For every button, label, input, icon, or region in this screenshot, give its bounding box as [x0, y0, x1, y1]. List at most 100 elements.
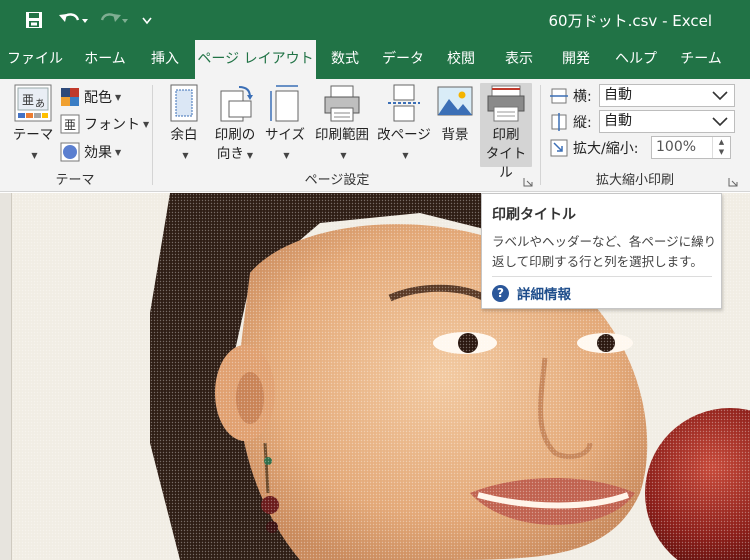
scale-input[interactable]: 100% ▲ ▼ [651, 136, 731, 159]
print-area-label: 印刷範囲 [315, 127, 369, 143]
margins-icon [170, 84, 198, 122]
height-label: 縦: [573, 115, 592, 131]
width-label-row: 横: [549, 84, 592, 108]
themes-label: テーマ [12, 127, 54, 143]
dialog-launcher-icon[interactable] [728, 177, 738, 187]
chevron-down-icon [712, 91, 728, 101]
tooltip-help-label: 詳細情報 [517, 287, 571, 303]
group-label-themes: テーマ [55, 173, 95, 188]
scale-icon [550, 139, 568, 157]
chevron-down-icon: ▼ [115, 147, 122, 157]
tab-review[interactable]: 校閲 [436, 40, 486, 79]
effects-label: 効果 [84, 145, 112, 161]
background-image-icon [437, 86, 473, 116]
tab-home[interactable]: ホーム [73, 40, 137, 79]
print-titles-button[interactable]: 印刷 タイトル [480, 83, 532, 181]
chevron-down-icon: ▼ [31, 151, 38, 160]
redo-icon [100, 13, 128, 23]
svg-text:亜: 亜 [64, 118, 76, 132]
orientation-label-1: 印刷の [214, 127, 256, 143]
customize-qat-button[interactable] [138, 8, 156, 32]
color-palette-icon [61, 88, 79, 106]
breaks-label: 改ページ [377, 127, 431, 143]
fonts-button[interactable]: 亜 フォント ▼ [60, 112, 149, 136]
tab-data[interactable]: データ [375, 40, 431, 79]
width-label: 横: [573, 89, 592, 105]
tab-file[interactable]: ファイル [0, 40, 70, 79]
redo-button[interactable] [96, 8, 130, 32]
width-dropdown[interactable]: 自動 [599, 84, 735, 107]
tab-insert[interactable]: 挿入 [140, 40, 190, 79]
tooltip-help-link[interactable]: ? 詳細情報 [492, 282, 571, 304]
scale-spinner[interactable]: ▲ ▼ [712, 137, 730, 158]
chevron-down-icon [712, 117, 728, 127]
size-button[interactable]: サイズ ▼ [263, 83, 307, 165]
print-area-button[interactable]: 印刷範囲 ▼ [310, 83, 374, 165]
chevron-down-icon [142, 17, 152, 25]
colors-label: 配色 [84, 90, 112, 106]
background-button[interactable]: 背景 [435, 83, 475, 145]
height-dropdown[interactable]: 自動 [599, 110, 735, 133]
height-value: 自動 [604, 113, 632, 129]
theme-icon: 亜 あ [14, 84, 52, 122]
orientation-label-2: 向き [216, 146, 244, 162]
tab-team[interactable]: チーム [672, 40, 730, 79]
scale-label: 拡大/縮小: [573, 141, 639, 157]
chevron-down-icon: ▼ [283, 151, 290, 160]
print-titles-icon [487, 85, 525, 122]
height-label-row: 縦: [549, 110, 592, 134]
tooltip-description: ラベルやヘッダーなど、各ページに繰り返して印刷する行と列を選択します。 [492, 234, 717, 269]
breaks-button[interactable]: 改ページ ▼ [376, 83, 432, 165]
fonts-label: フォント [84, 117, 140, 133]
ribbon-tabs: ファイル ホーム 挿入 ページ レイアウト 数式 データ 校閲 表示 開発 ヘル… [0, 40, 750, 79]
chevron-down-icon: ▼ [115, 92, 122, 102]
orientation-icon [220, 86, 253, 122]
themes-button[interactable]: 亜 あ テーマ ▼ [8, 83, 58, 165]
group-separator [152, 85, 153, 185]
title-bar: 60万ドット.csv - Excel [0, 0, 750, 40]
page-break-icon [388, 84, 420, 122]
chevron-down-icon: ▼ [340, 151, 347, 160]
undo-icon [59, 13, 88, 23]
chevron-down-icon: ▼ [143, 119, 150, 129]
margins-label: 余白 [170, 127, 198, 143]
print-area-icon [324, 85, 360, 122]
print-titles-label-2: タイトル [485, 146, 527, 181]
colors-button[interactable]: 配色 ▼ [60, 85, 121, 109]
save-icon [26, 12, 42, 28]
undo-button[interactable] [56, 8, 90, 32]
chevron-down-icon: ▼ [246, 151, 254, 160]
group-separator [540, 85, 541, 185]
margins-button[interactable]: 余白 ▼ [162, 83, 206, 165]
page-size-icon [270, 85, 299, 122]
effects-button[interactable]: 効果 ▼ [60, 140, 121, 164]
background-label: 背景 [441, 127, 469, 143]
size-label: サイズ [264, 127, 306, 143]
tooltip-title: 印刷タイトル [492, 207, 576, 223]
width-value: 自動 [604, 87, 632, 103]
tab-help[interactable]: ヘルプ [606, 40, 666, 79]
sheet-left-edge [0, 193, 12, 560]
chevron-down-icon: ▼ [402, 151, 409, 160]
scale-label-row: 拡大/縮小: [549, 136, 638, 160]
save-button[interactable] [22, 8, 46, 32]
group-label-page-setup: ページ設定 [304, 173, 370, 188]
effects-icon [60, 142, 80, 162]
svg-text:亜: 亜 [22, 93, 34, 107]
chevron-down-icon: ▼ [182, 151, 189, 160]
tooltip-divider [492, 276, 712, 277]
tab-page-layout[interactable]: ページ レイアウト [195, 40, 316, 79]
orientation-button[interactable]: 印刷の 向き ▼ [210, 83, 260, 165]
ribbon: 亜 あ テーマ ▼ 配色 ▼ 亜 フォント ▼ 効果 ▼ テーマ 余白 ▼ 印刷… [0, 79, 750, 192]
tab-view[interactable]: 表示 [494, 40, 544, 79]
tab-developer[interactable]: 開発 [551, 40, 601, 79]
group-label-scale-to-fit: 拡大縮小印刷 [595, 173, 674, 188]
print-titles-tooltip: 印刷タイトル ラベルやヘッダーなど、各ページに繰り返して印刷する行と列を選択しま… [481, 193, 722, 309]
dialog-launcher-icon[interactable] [523, 177, 533, 187]
window-title: 60万ドット.csv - Excel [548, 12, 712, 30]
width-icon [550, 88, 568, 104]
tab-formulas[interactable]: 数式 [320, 40, 370, 79]
height-icon [551, 113, 567, 131]
help-icon: ? [492, 284, 509, 302]
svg-text:あ: あ [35, 98, 45, 110]
